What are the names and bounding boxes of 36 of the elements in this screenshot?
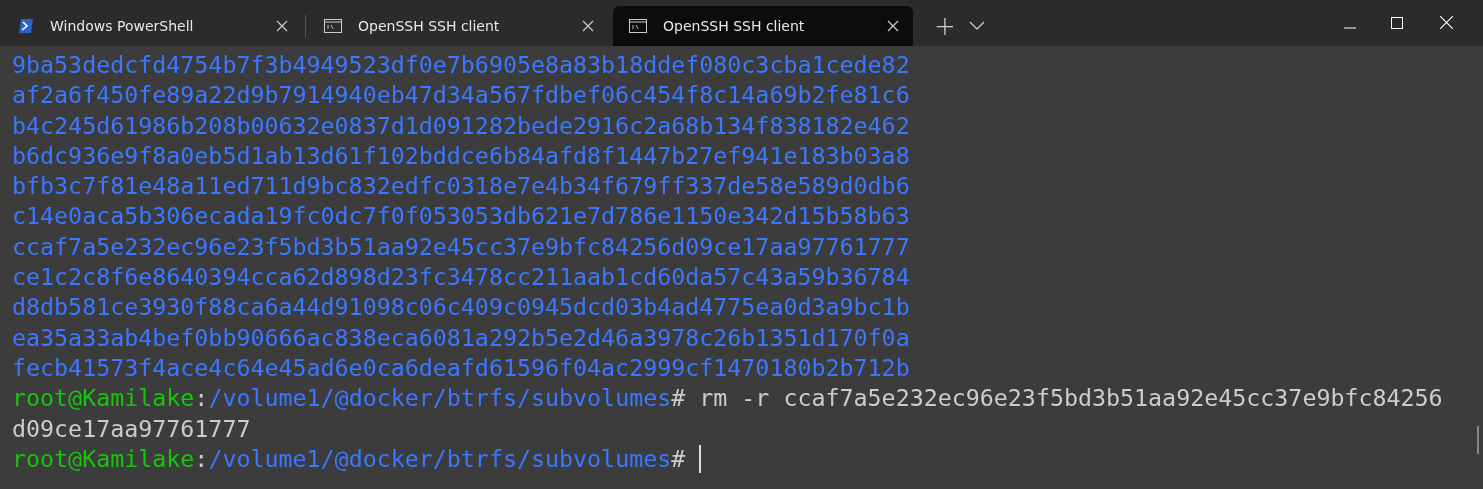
prompt-separator: : [194,443,209,474]
output-line: d8db581ce3930f88ca6a44d91098c06c409c0945dcd03b4ad4775ea0d3a9bc1b [12,292,910,323]
powershell-icon [18,18,34,34]
tab-title: OpenSSH SSH client [358,18,501,34]
maximize-icon[interactable] [1391,17,1403,29]
output-line: ea35a33ab4bef0bb90666ac838eca6081a292b5e2d46a3978c26b1351d170f0a [12,322,910,353]
tab-title: Windows PowerShell [50,18,195,34]
output-line: d09ce17aa97761777 [12,413,251,444]
output-line: 9ba53dedcfd4754b7f3b4949523df0e7b6905e8a83b18ddef080c3cba1cede82 [12,50,910,80]
tab[interactable]: OpenSSH SSH client [308,6,608,46]
output-line: fecb41573f4ace4c64e45ad6e0ca6deafd61596f04ac2999cf1470180b2b712b [12,352,910,383]
new-tab-button[interactable]: + [925,6,965,46]
close-icon[interactable] [582,20,594,32]
prompt-separator: : [194,383,209,414]
tab[interactable]: OpenSSH SSH client [613,6,913,46]
output-line: bfb3c7f81e48a11ed711d9bc832edfc0318e7e4b34f679ff337de58e589d0db6 [12,171,910,202]
output-line: af2a6f450fe89a22d9b7914940eb47d34a567fdbef06c454f8c14a69b2fe81c6 [12,80,910,111]
prompt-path: /volume1/@docker/btrfs/subvolumes [208,443,672,474]
close-icon[interactable] [276,20,288,32]
output-line: ccaf7a5e232ec96e23f5bd3b51aa92e45cc37e9bfc84256d09ce17aa97761777 [12,231,910,262]
prompt-user: root@Kamilake [12,443,195,474]
prompt-user: root@Kamilake [12,383,195,414]
output-line: ce1c2c8f6e8640394cca62d898d23fc3478cc211aab1cd60da57c43a59b36784 [12,262,910,293]
output-line: b4c245d61986b208b00632e0837d1d091282bede2916c2a68b134f838182e462 [12,110,910,141]
tab-title: OpenSSH SSH client [663,18,806,34]
close-icon[interactable] [887,20,899,32]
output-line: b6dc936e9f8a0eb5d1ab13d61f102bddce6b84afd8f1447b27ef941e183b03a8 [12,140,910,171]
console-icon [324,18,342,34]
command-text: rm -r ccaf7a5e232ec96e23f5bd3b51aa92e45cc37e9bfc84256 [699,383,1443,414]
console-icon [629,18,647,34]
chevron-down-icon[interactable] [969,21,985,31]
prompt-symbol: # [671,443,686,474]
prompt-path: /volume1/@docker/btrfs/subvolumes [208,383,672,414]
output-line: c14e0aca5b306ecada19fc0dc7f0f053053db621e7d786e1150e342d15b58b63 [12,201,910,232]
prompt-symbol: # [671,383,686,414]
tab[interactable]: Windows PowerShell [2,6,302,46]
